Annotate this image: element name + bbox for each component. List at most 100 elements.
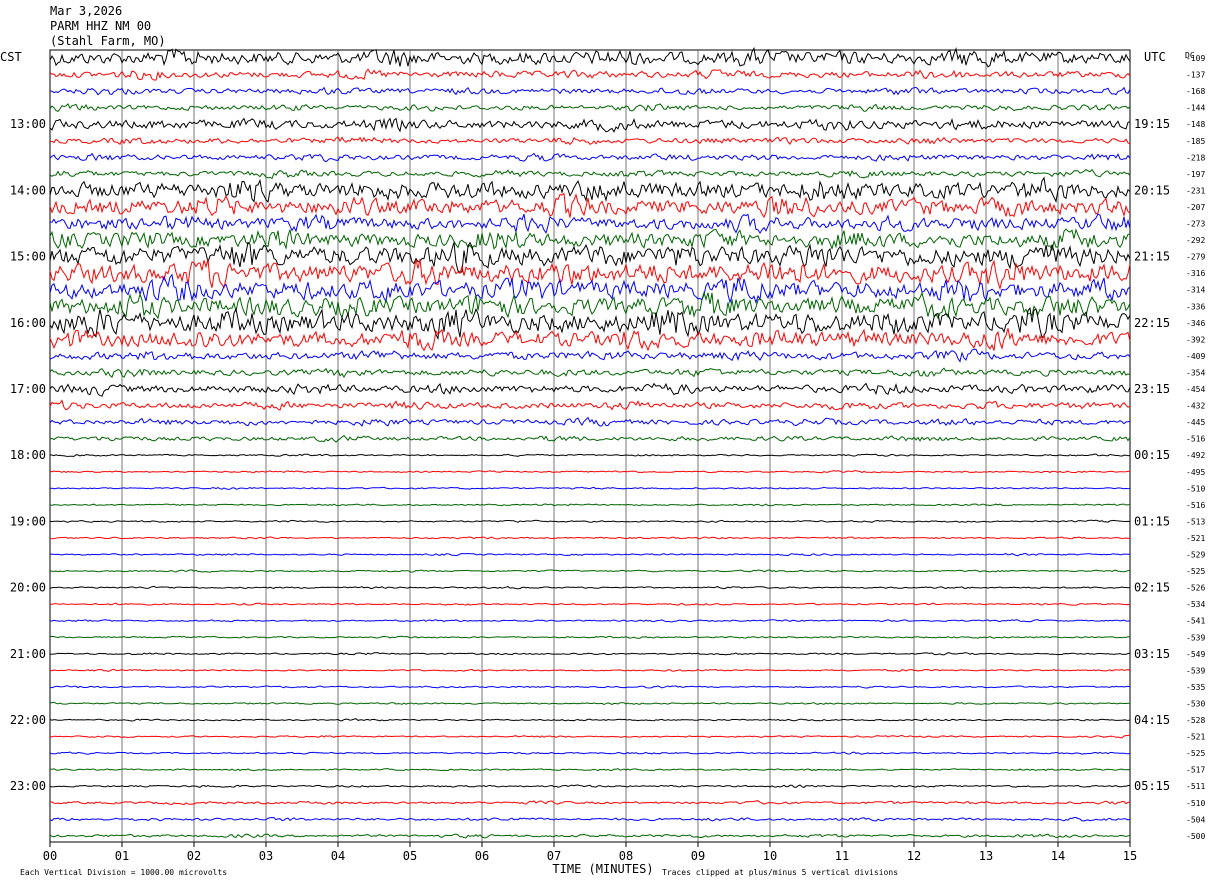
dc-offset-label: -513 bbox=[1186, 517, 1205, 526]
dc-offset-label: -109 bbox=[1186, 54, 1205, 63]
trace-line bbox=[49, 117, 1131, 133]
cst-axis-title: CST bbox=[0, 50, 22, 64]
utc-axis-title: UTC bbox=[1144, 50, 1166, 64]
trace-line bbox=[49, 192, 1131, 219]
vertical-division-note: Each Vertical Division = 1000.00 microvo… bbox=[20, 868, 227, 877]
dc-offset-label: -511 bbox=[1186, 782, 1205, 791]
trace-line bbox=[49, 259, 1131, 291]
x-tick-label: 10 bbox=[763, 849, 777, 863]
x-tick-label: 02 bbox=[187, 849, 201, 863]
x-tick-label: 01 bbox=[115, 849, 129, 863]
trace-line bbox=[49, 833, 1131, 839]
grid-layer bbox=[49, 49, 1131, 847]
dc-offset-label: -539 bbox=[1186, 666, 1205, 675]
dc-offset-label: -346 bbox=[1186, 319, 1205, 328]
trace-line bbox=[49, 701, 1131, 705]
dc-offset-label: -207 bbox=[1186, 203, 1205, 212]
trace-line bbox=[49, 416, 1131, 427]
dc-offset-label: -539 bbox=[1186, 633, 1205, 642]
x-tick-label: 05 bbox=[403, 849, 417, 863]
dc-offset-label: -526 bbox=[1186, 584, 1205, 593]
x-axis-title: TIME (MINUTES) bbox=[552, 862, 653, 876]
dc-offset-label: -516 bbox=[1186, 435, 1205, 444]
trace-line bbox=[49, 602, 1131, 606]
dc-offset-label: -541 bbox=[1186, 617, 1205, 626]
dc-offset-label: -535 bbox=[1186, 683, 1205, 692]
trace-line bbox=[49, 328, 1131, 352]
trace-line bbox=[49, 470, 1131, 474]
trace-line bbox=[49, 635, 1131, 639]
trace-line bbox=[49, 176, 1131, 203]
cst-hour-label: 15:00 bbox=[10, 250, 46, 264]
dc-offset-label: -510 bbox=[1186, 799, 1205, 808]
utc-hour-label: 04:15 bbox=[1134, 713, 1170, 727]
trace-line bbox=[49, 382, 1131, 397]
x-tick-label: 14 bbox=[1051, 849, 1065, 863]
x-tick-label: 03 bbox=[259, 849, 273, 863]
dc-offset-label: -521 bbox=[1186, 534, 1205, 543]
dc-offset-label: -454 bbox=[1186, 385, 1205, 394]
trace-line bbox=[49, 585, 1131, 590]
trace-line bbox=[49, 668, 1131, 672]
trace-line bbox=[49, 734, 1131, 739]
trace-layer bbox=[49, 46, 1131, 839]
trace-line bbox=[49, 152, 1131, 163]
trace-line bbox=[49, 718, 1131, 722]
trace-line bbox=[49, 816, 1131, 822]
trace-line bbox=[49, 486, 1131, 490]
trace-line bbox=[49, 619, 1131, 623]
cst-hour-label: 13:00 bbox=[10, 117, 46, 131]
dc-offset-label: -273 bbox=[1186, 220, 1205, 229]
dc-offset-label: -197 bbox=[1186, 170, 1205, 179]
trace-line bbox=[49, 536, 1131, 540]
dc-offset-label: -495 bbox=[1186, 468, 1205, 477]
trace-line bbox=[49, 46, 1131, 68]
trace-line bbox=[49, 685, 1131, 689]
helicorder-plot: CST UTC DC13:0014:0015:0016:0017:0018:0019… bbox=[0, 46, 1205, 877]
cst-hour-label: 19:00 bbox=[10, 514, 46, 528]
dc-offset-label: -516 bbox=[1186, 501, 1205, 510]
dc-offset-label: -534 bbox=[1186, 600, 1205, 609]
dc-offset-label: -168 bbox=[1186, 87, 1205, 96]
cst-hour-label: 21:00 bbox=[10, 647, 46, 661]
utc-hour-label: 23:15 bbox=[1134, 382, 1170, 396]
dc-offset-label: -530 bbox=[1186, 699, 1205, 708]
dc-offset-label: -218 bbox=[1186, 153, 1205, 162]
trace-line bbox=[49, 503, 1130, 507]
utc-hour-label: 03:15 bbox=[1134, 647, 1170, 661]
dc-offset-label: -292 bbox=[1186, 236, 1205, 245]
utc-hour-label: 00:15 bbox=[1134, 448, 1170, 462]
dc-offset-label: -510 bbox=[1186, 484, 1205, 493]
trace-line bbox=[49, 348, 1131, 363]
trace-line bbox=[50, 213, 1131, 235]
dc-offset-label: -521 bbox=[1186, 733, 1205, 742]
utc-hour-label: 20:15 bbox=[1134, 183, 1170, 197]
cst-hour-label: 23:00 bbox=[10, 779, 46, 793]
utc-hour-label: 21:15 bbox=[1134, 250, 1170, 264]
trace-line bbox=[49, 86, 1131, 96]
cst-hour-label: 22:00 bbox=[10, 713, 46, 727]
utc-hour-label: 05:15 bbox=[1134, 779, 1170, 793]
dc-offset-label: -492 bbox=[1186, 451, 1205, 460]
dc-offset-label: -231 bbox=[1186, 186, 1205, 195]
dc-offset-label: -336 bbox=[1186, 302, 1205, 311]
trace-line bbox=[49, 103, 1131, 113]
dc-offset-label: -525 bbox=[1186, 749, 1205, 758]
dc-offset-label: -500 bbox=[1186, 832, 1205, 841]
dc-offset-label: -185 bbox=[1186, 137, 1205, 146]
trace-line bbox=[49, 241, 1131, 273]
dc-offset-label: -137 bbox=[1186, 71, 1205, 80]
dc-offset-label: -525 bbox=[1186, 567, 1205, 576]
dc-offset-label: -504 bbox=[1186, 815, 1205, 824]
dc-offset-label: -354 bbox=[1186, 368, 1205, 377]
dc-offset-label: -144 bbox=[1186, 104, 1205, 113]
x-tick-label: 00 bbox=[43, 849, 57, 863]
clip-note: Traces clipped at plus/minus 5 vertical … bbox=[662, 868, 898, 877]
trace-line bbox=[50, 136, 1131, 146]
dc-offset-label: -392 bbox=[1186, 335, 1205, 344]
utc-hour-label: 19:15 bbox=[1134, 117, 1170, 131]
cst-hour-label: 14:00 bbox=[10, 183, 46, 197]
trace-line bbox=[49, 552, 1131, 557]
trace-line bbox=[49, 453, 1131, 457]
dc-offset-label: -409 bbox=[1186, 352, 1205, 361]
